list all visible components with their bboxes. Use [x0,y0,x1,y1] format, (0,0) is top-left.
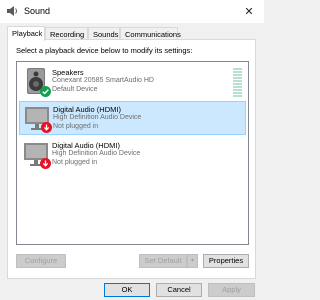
set-default-dropdown[interactable]: ▾ [187,254,198,268]
set-default-button[interactable]: Set Default [139,254,187,268]
device-hdmi-2[interactable]: Digital Audio (HDMI) High Definition Aud… [19,138,246,172]
instruction-text: Select a playback device below to modify… [16,46,193,55]
title-bar: Sound ✕ [0,0,264,23]
device-list[interactable]: Speakers Conexant 20585 SmartAudio HD De… [16,61,249,245]
close-icon: ✕ [244,6,254,18]
tab-playback[interactable]: Playback [7,26,45,41]
device-status: Not plugged in [53,123,99,130]
cancel-button[interactable]: Cancel [156,283,202,297]
device-name: Digital Audio (HDMI) [52,141,120,150]
speaker-app-icon [7,6,17,16]
properties-button[interactable]: Properties [203,254,249,268]
device-name: Speakers [52,68,84,77]
ok-button[interactable]: OK [104,283,150,297]
device-name: Digital Audio (HDMI) [53,105,121,114]
unplugged-arrow-icon [41,122,52,133]
window-title: Sound [24,6,51,16]
configure-button[interactable]: Configure [16,254,66,268]
close-button[interactable]: ✕ [234,0,264,23]
default-check-icon [40,86,51,97]
playback-panel: Select a playback device below to modify… [7,39,256,279]
device-status: Not plugged in [52,159,98,166]
volume-meter [233,68,242,98]
device-driver: High Definition Audio Device [52,150,141,157]
device-hdmi-1[interactable]: Digital Audio (HDMI) High Definition Aud… [19,101,246,135]
chevron-down-icon: ▾ [190,258,194,264]
device-speakers[interactable]: Speakers Conexant 20585 SmartAudio HD De… [19,65,246,99]
device-driver: Conexant 20585 SmartAudio HD [52,77,154,84]
unplugged-arrow-icon [40,158,51,169]
device-driver: High Definition Audio Device [53,114,142,121]
device-status: Default Device [52,86,98,93]
apply-button[interactable]: Apply [208,283,255,297]
